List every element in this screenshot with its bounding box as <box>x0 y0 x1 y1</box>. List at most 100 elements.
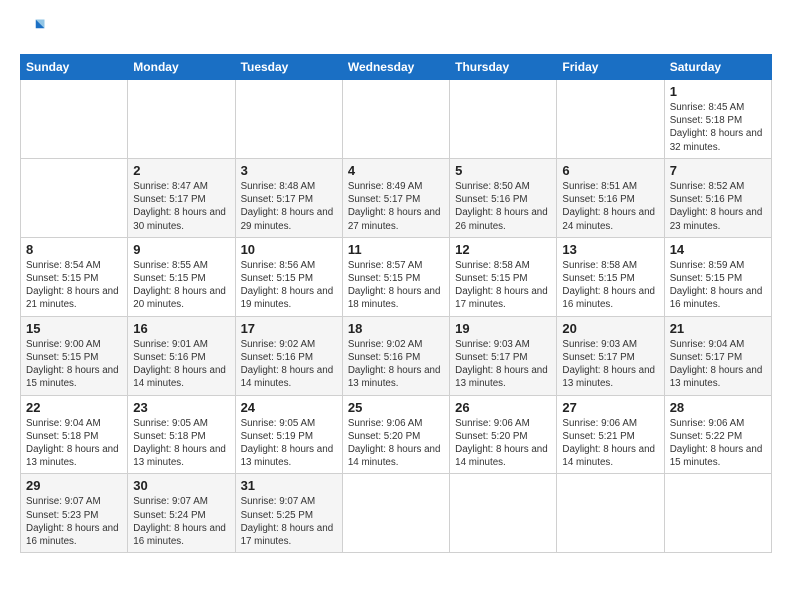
calendar-week-1: 1 Sunrise: 8:45 AMSunset: 5:18 PMDayligh… <box>21 80 772 159</box>
calendar-cell: 25 Sunrise: 9:06 AMSunset: 5:20 PMDaylig… <box>342 395 449 474</box>
calendar-cell <box>557 474 664 553</box>
calendar-cell <box>342 474 449 553</box>
day-number: 8 <box>26 242 122 257</box>
day-number: 27 <box>562 400 658 415</box>
day-detail: Sunrise: 8:48 AMSunset: 5:17 PMDaylight:… <box>241 181 334 232</box>
day-number: 5 <box>455 163 551 178</box>
day-number: 29 <box>26 478 122 493</box>
day-number: 15 <box>26 321 122 336</box>
day-number: 18 <box>348 321 444 336</box>
day-detail: Sunrise: 8:56 AMSunset: 5:15 PMDaylight:… <box>241 260 334 311</box>
day-number: 20 <box>562 321 658 336</box>
day-detail: Sunrise: 8:55 AMSunset: 5:15 PMDaylight:… <box>133 260 226 311</box>
day-number: 22 <box>26 400 122 415</box>
day-detail: Sunrise: 8:51 AMSunset: 5:16 PMDaylight:… <box>562 181 655 232</box>
calendar-cell: 1 Sunrise: 8:45 AMSunset: 5:18 PMDayligh… <box>664 80 771 159</box>
day-number: 13 <box>562 242 658 257</box>
col-header-friday: Friday <box>557 55 664 80</box>
calendar-cell: 10 Sunrise: 8:56 AMSunset: 5:15 PMDaylig… <box>235 237 342 316</box>
calendar-cell: 18 Sunrise: 9:02 AMSunset: 5:16 PMDaylig… <box>342 316 449 395</box>
day-detail: Sunrise: 9:03 AMSunset: 5:17 PMDaylight:… <box>455 339 548 390</box>
day-number: 19 <box>455 321 551 336</box>
day-detail: Sunrise: 9:05 AMSunset: 5:19 PMDaylight:… <box>241 418 334 469</box>
calendar-cell: 7 Sunrise: 8:52 AMSunset: 5:16 PMDayligh… <box>664 158 771 237</box>
col-header-wednesday: Wednesday <box>342 55 449 80</box>
col-header-monday: Monday <box>128 55 235 80</box>
day-number: 30 <box>133 478 229 493</box>
day-detail: Sunrise: 9:01 AMSunset: 5:16 PMDaylight:… <box>133 339 226 390</box>
day-number: 17 <box>241 321 337 336</box>
calendar-cell <box>664 474 771 553</box>
logo <box>20 16 52 44</box>
day-detail: Sunrise: 9:06 AMSunset: 5:20 PMDaylight:… <box>348 418 441 469</box>
col-header-saturday: Saturday <box>664 55 771 80</box>
day-detail: Sunrise: 9:07 AMSunset: 5:25 PMDaylight:… <box>241 496 334 547</box>
calendar-cell: 26 Sunrise: 9:06 AMSunset: 5:20 PMDaylig… <box>450 395 557 474</box>
calendar-cell: 29 Sunrise: 9:07 AMSunset: 5:23 PMDaylig… <box>21 474 128 553</box>
day-detail: Sunrise: 8:50 AMSunset: 5:16 PMDaylight:… <box>455 181 548 232</box>
day-detail: Sunrise: 9:06 AMSunset: 5:22 PMDaylight:… <box>670 418 763 469</box>
calendar-cell: 9 Sunrise: 8:55 AMSunset: 5:15 PMDayligh… <box>128 237 235 316</box>
day-detail: Sunrise: 8:54 AMSunset: 5:15 PMDaylight:… <box>26 260 119 311</box>
calendar-cell <box>450 474 557 553</box>
calendar-cell: 21 Sunrise: 9:04 AMSunset: 5:17 PMDaylig… <box>664 316 771 395</box>
day-detail: Sunrise: 8:49 AMSunset: 5:17 PMDaylight:… <box>348 181 441 232</box>
day-detail: Sunrise: 9:03 AMSunset: 5:17 PMDaylight:… <box>562 339 655 390</box>
day-number: 26 <box>455 400 551 415</box>
calendar-cell <box>235 80 342 159</box>
day-detail: Sunrise: 8:59 AMSunset: 5:15 PMDaylight:… <box>670 260 763 311</box>
calendar-week-3: 8 Sunrise: 8:54 AMSunset: 5:15 PMDayligh… <box>21 237 772 316</box>
day-detail: Sunrise: 8:52 AMSunset: 5:16 PMDaylight:… <box>670 181 763 232</box>
calendar-cell: 20 Sunrise: 9:03 AMSunset: 5:17 PMDaylig… <box>557 316 664 395</box>
day-detail: Sunrise: 9:05 AMSunset: 5:18 PMDaylight:… <box>133 418 226 469</box>
calendar-cell <box>450 80 557 159</box>
calendar-cell <box>21 80 128 159</box>
calendar-cell: 8 Sunrise: 8:54 AMSunset: 5:15 PMDayligh… <box>21 237 128 316</box>
calendar-cell <box>21 158 128 237</box>
calendar-cell: 6 Sunrise: 8:51 AMSunset: 5:16 PMDayligh… <box>557 158 664 237</box>
calendar-cell: 28 Sunrise: 9:06 AMSunset: 5:22 PMDaylig… <box>664 395 771 474</box>
day-detail: Sunrise: 9:00 AMSunset: 5:15 PMDaylight:… <box>26 339 119 390</box>
day-detail: Sunrise: 8:57 AMSunset: 5:15 PMDaylight:… <box>348 260 441 311</box>
calendar-cell: 27 Sunrise: 9:06 AMSunset: 5:21 PMDaylig… <box>557 395 664 474</box>
calendar-cell: 2 Sunrise: 8:47 AMSunset: 5:17 PMDayligh… <box>128 158 235 237</box>
calendar-cell: 30 Sunrise: 9:07 AMSunset: 5:24 PMDaylig… <box>128 474 235 553</box>
day-detail: Sunrise: 8:58 AMSunset: 5:15 PMDaylight:… <box>562 260 655 311</box>
calendar-cell: 31 Sunrise: 9:07 AMSunset: 5:25 PMDaylig… <box>235 474 342 553</box>
col-header-sunday: Sunday <box>21 55 128 80</box>
day-number: 25 <box>348 400 444 415</box>
day-number: 28 <box>670 400 766 415</box>
day-number: 23 <box>133 400 229 415</box>
day-number: 14 <box>670 242 766 257</box>
day-detail: Sunrise: 9:04 AMSunset: 5:18 PMDaylight:… <box>26 418 119 469</box>
day-number: 9 <box>133 242 229 257</box>
day-number: 31 <box>241 478 337 493</box>
calendar-cell: 3 Sunrise: 8:48 AMSunset: 5:17 PMDayligh… <box>235 158 342 237</box>
day-detail: Sunrise: 9:02 AMSunset: 5:16 PMDaylight:… <box>348 339 441 390</box>
day-number: 7 <box>670 163 766 178</box>
day-number: 1 <box>670 84 766 99</box>
calendar-cell <box>128 80 235 159</box>
calendar-cell: 14 Sunrise: 8:59 AMSunset: 5:15 PMDaylig… <box>664 237 771 316</box>
calendar-cell: 24 Sunrise: 9:05 AMSunset: 5:19 PMDaylig… <box>235 395 342 474</box>
col-header-tuesday: Tuesday <box>235 55 342 80</box>
day-number: 16 <box>133 321 229 336</box>
calendar-cell: 15 Sunrise: 9:00 AMSunset: 5:15 PMDaylig… <box>21 316 128 395</box>
calendar-cell: 23 Sunrise: 9:05 AMSunset: 5:18 PMDaylig… <box>128 395 235 474</box>
calendar-cell: 17 Sunrise: 9:02 AMSunset: 5:16 PMDaylig… <box>235 316 342 395</box>
day-number: 4 <box>348 163 444 178</box>
day-detail: Sunrise: 9:06 AMSunset: 5:21 PMDaylight:… <box>562 418 655 469</box>
header <box>20 16 772 44</box>
calendar-cell: 16 Sunrise: 9:01 AMSunset: 5:16 PMDaylig… <box>128 316 235 395</box>
calendar-table: SundayMondayTuesdayWednesdayThursdayFrid… <box>20 54 772 553</box>
day-number: 21 <box>670 321 766 336</box>
day-number: 2 <box>133 163 229 178</box>
day-number: 3 <box>241 163 337 178</box>
day-detail: Sunrise: 9:04 AMSunset: 5:17 PMDaylight:… <box>670 339 763 390</box>
col-header-thursday: Thursday <box>450 55 557 80</box>
calendar-cell: 12 Sunrise: 8:58 AMSunset: 5:15 PMDaylig… <box>450 237 557 316</box>
calendar-cell: 11 Sunrise: 8:57 AMSunset: 5:15 PMDaylig… <box>342 237 449 316</box>
day-number: 6 <box>562 163 658 178</box>
calendar-cell: 22 Sunrise: 9:04 AMSunset: 5:18 PMDaylig… <box>21 395 128 474</box>
day-detail: Sunrise: 8:47 AMSunset: 5:17 PMDaylight:… <box>133 181 226 232</box>
